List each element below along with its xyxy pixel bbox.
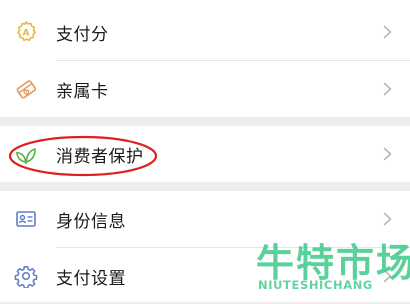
menu-item-identity-info[interactable]: 身份信息 <box>0 191 410 247</box>
payscore-badge-icon: A <box>13 19 39 45</box>
menu-item-family-card[interactable]: 亲属卡 <box>0 61 410 117</box>
chevron-right-icon <box>383 147 392 161</box>
menu-item-payscore[interactable]: A 支付分 <box>0 4 410 60</box>
menu-group-2: 消费者保护 <box>0 126 410 182</box>
menu-label-payscore: 支付分 <box>56 24 109 45</box>
svg-text:A: A <box>23 29 30 39</box>
menu-label-family-card: 亲属卡 <box>56 81 109 102</box>
gear-icon <box>13 263 39 289</box>
chevron-right-icon <box>383 82 392 96</box>
menu-label-payment-settings: 支付设置 <box>56 268 126 289</box>
menu-label-consumer-protection: 消费者保护 <box>56 146 144 167</box>
id-card-icon <box>13 206 39 232</box>
chevron-right-icon <box>383 269 392 283</box>
menu-group-1: A 支付分 亲属卡 <box>0 0 410 117</box>
leaf-protection-icon <box>13 141 39 167</box>
chevron-right-icon <box>383 25 392 39</box>
family-card-icon <box>13 76 39 102</box>
menu-item-payment-settings[interactable]: 支付设置 <box>0 248 410 304</box>
menu-item-consumer-protection[interactable]: 消费者保护 <box>0 126 410 182</box>
menu-label-identity-info: 身份信息 <box>56 211 126 232</box>
chevron-right-icon <box>383 212 392 226</box>
menu-group-3: 身份信息 支付设置 <box>0 191 410 302</box>
